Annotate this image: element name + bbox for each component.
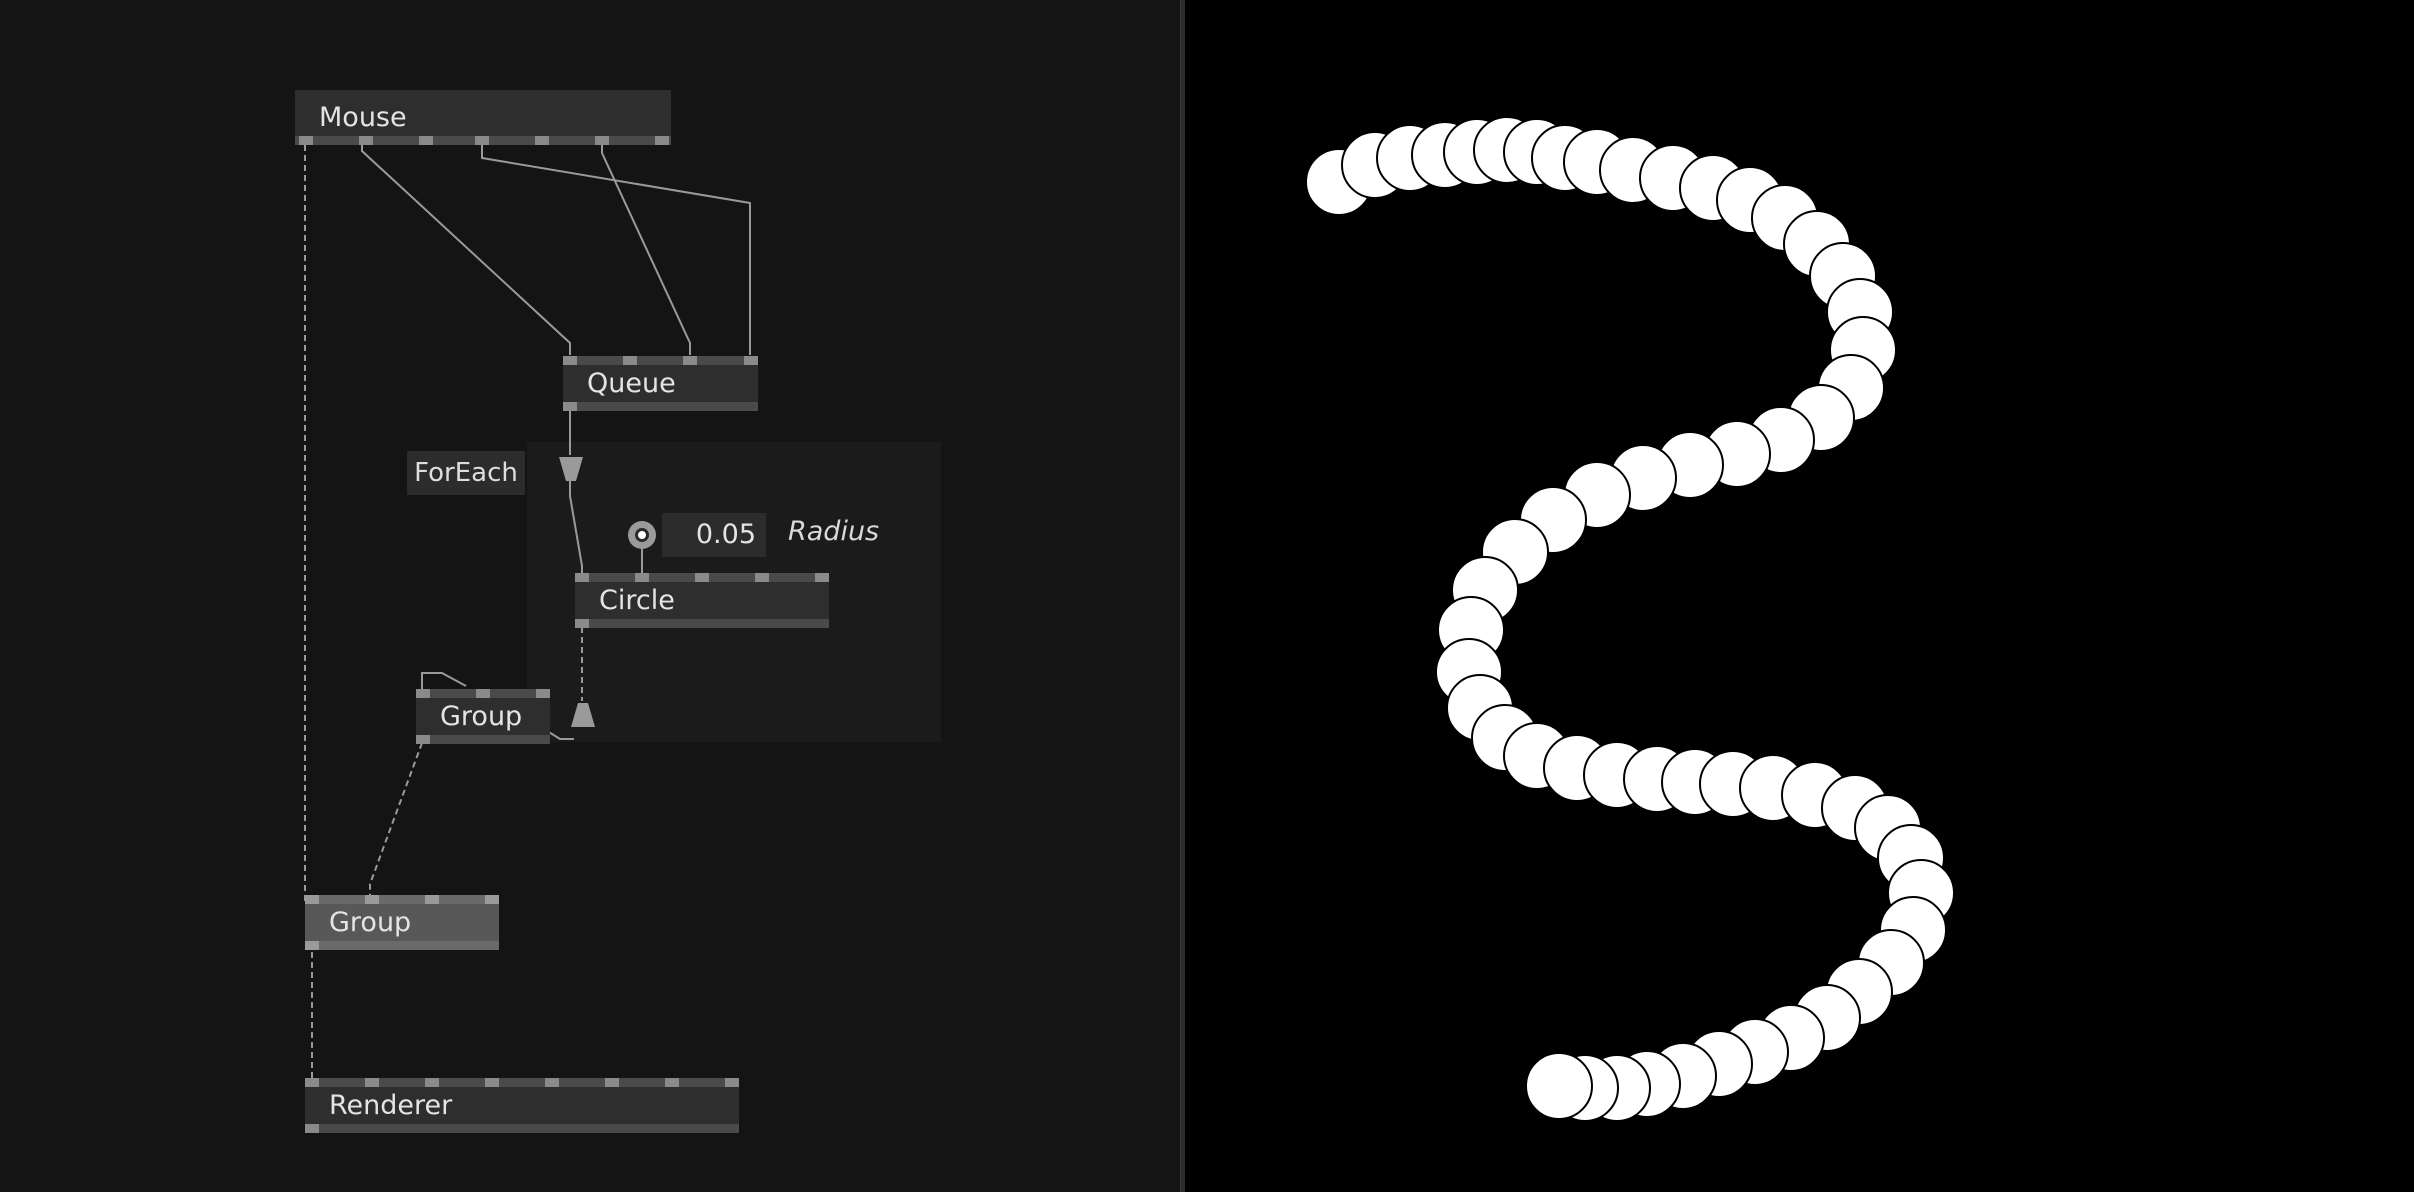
group-input-pin[interactable] xyxy=(365,895,379,904)
group-input-pin[interactable] xyxy=(425,895,439,904)
node-title: Renderer xyxy=(329,1090,453,1121)
renderer-output xyxy=(1185,0,2414,1192)
renderer-input-pin[interactable] xyxy=(545,1078,559,1087)
group-node-inner[interactable]: Group xyxy=(416,689,550,744)
group-input-pin[interactable] xyxy=(416,689,430,698)
group-input-pin[interactable] xyxy=(536,689,550,698)
renderer-output-pin[interactable] xyxy=(305,1124,319,1133)
renderer-input-pin[interactable] xyxy=(725,1078,739,1087)
group-input-pin[interactable] xyxy=(485,895,499,904)
renderer-node[interactable]: Renderer xyxy=(305,1078,739,1133)
renderer-input-pin[interactable] xyxy=(305,1078,319,1087)
patch-editor[interactable]: ForEach Mouse Queue 0.05 Radius Circle G… xyxy=(0,0,1180,1192)
renderer-input-pin[interactable] xyxy=(605,1078,619,1087)
group-input-pin[interactable] xyxy=(305,895,319,904)
circle-input-pin[interactable] xyxy=(695,573,709,582)
circle-node[interactable]: Circle xyxy=(575,573,829,628)
circle-input-pin[interactable] xyxy=(635,573,649,582)
node-title: Circle xyxy=(599,585,675,616)
circle-input-pin[interactable] xyxy=(755,573,769,582)
renderer-input-pin[interactable] xyxy=(665,1078,679,1087)
trail-circle xyxy=(1525,1052,1593,1120)
circle-input-pin[interactable] xyxy=(815,573,829,582)
group-node-outer[interactable]: Group xyxy=(305,895,499,950)
group-input-pin[interactable] xyxy=(476,689,490,698)
renderer-input-pin[interactable] xyxy=(365,1078,379,1087)
group-output-pin[interactable] xyxy=(305,941,319,950)
circle-trail xyxy=(1305,116,1955,1122)
node-title: Group xyxy=(329,907,412,938)
circle-input-pin[interactable] xyxy=(575,573,589,582)
group-output-pin[interactable] xyxy=(416,735,430,744)
radius-label: Radius xyxy=(788,516,880,547)
renderer-input-pin[interactable] xyxy=(425,1078,439,1087)
circle-output-pin[interactable] xyxy=(575,619,589,628)
node-title: Group xyxy=(440,701,523,732)
radius-value-box[interactable]: 0.05 xyxy=(662,513,766,557)
renderer-input-pin[interactable] xyxy=(485,1078,499,1087)
